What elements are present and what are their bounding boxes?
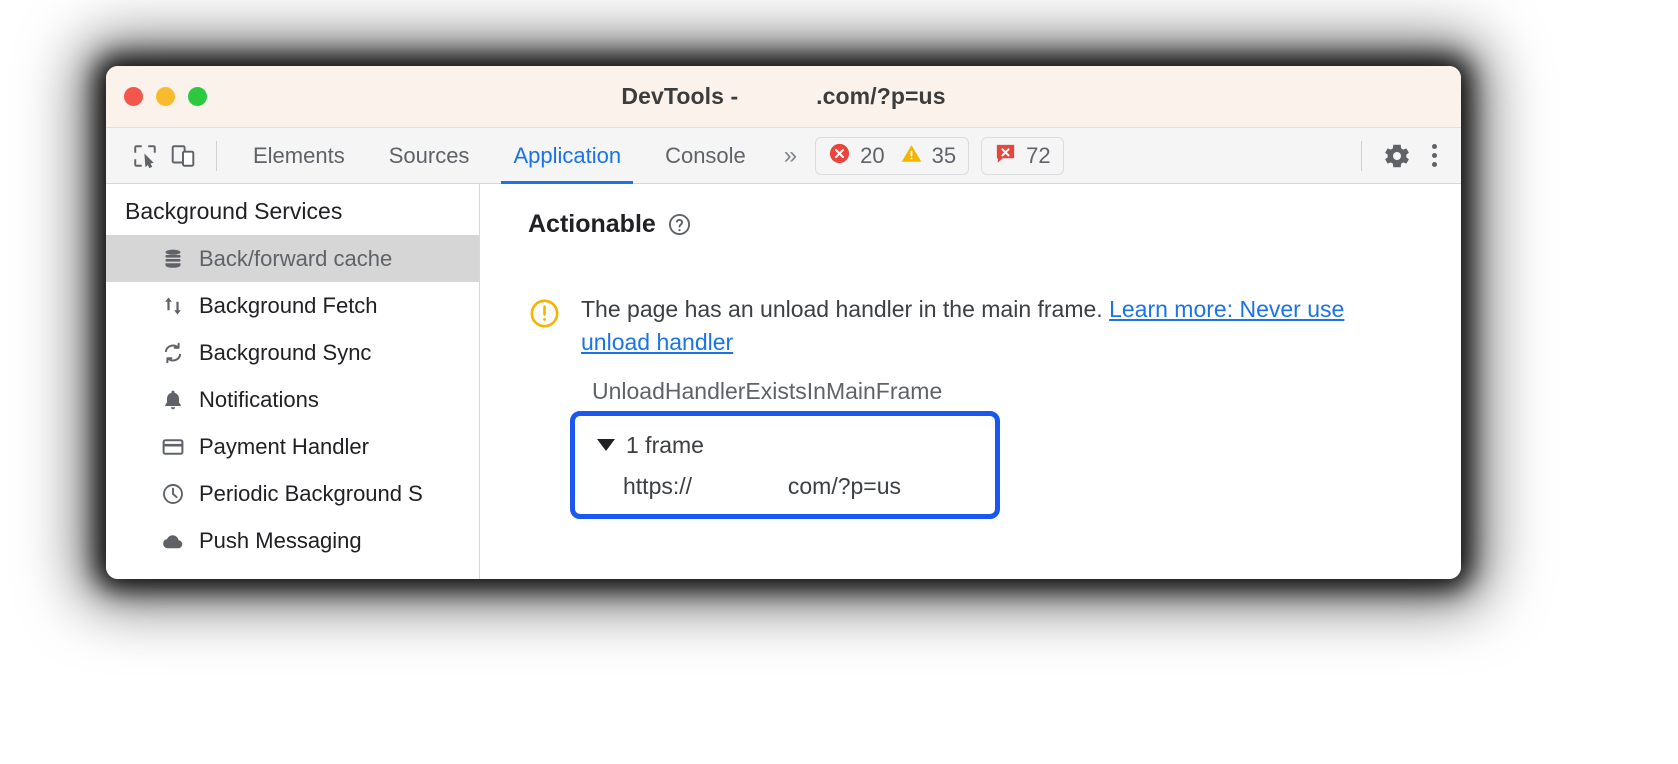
frames-summary-label: 1 frame (626, 431, 704, 458)
sidebar-item-payment-handler[interactable]: Payment Handler (106, 423, 479, 470)
sidebar-item-label: Payment Handler (199, 433, 369, 459)
frames-summary-row[interactable]: 1 frame (575, 428, 995, 463)
more-tabs-icon[interactable]: » (768, 143, 811, 168)
warning-count: 35 (931, 142, 957, 168)
toolbar-divider-right (1361, 140, 1362, 171)
issues-count: 72 (1026, 142, 1051, 168)
application-sidebar: Background Services Back/forward cache B… (106, 184, 480, 579)
triangle-down-icon[interactable] (597, 439, 615, 452)
panel-tabs: Elements Sources Application Console (231, 128, 768, 184)
error-circle-icon (828, 142, 851, 170)
bell-icon (160, 387, 186, 413)
issue-row: The page has an unload handler in the ma… (528, 293, 1461, 360)
sidebar-item-background-sync[interactable]: Background Sync (106, 329, 479, 376)
panel-title-row: Actionable (528, 210, 1461, 239)
tab-console[interactable]: Console (643, 128, 768, 184)
sidebar-item-back-forward-cache[interactable]: Back/forward cache (106, 235, 479, 282)
sidebar-item-label: Background Sync (199, 339, 372, 365)
screenshot-root: DevTools - .com/?p=us Elements Sources A… (0, 0, 1678, 764)
issue-message: The page has an unload handler in the ma… (581, 293, 1401, 360)
frame-url[interactable]: https:// com/?p=us (575, 463, 995, 514)
sidebar-section-header: Background Services (125, 198, 343, 224)
status-badges: 20 35 72 (815, 136, 1064, 175)
gear-icon[interactable] (1378, 137, 1416, 175)
credit-card-icon (160, 434, 186, 460)
warning-circle-exclamation-icon (528, 297, 561, 360)
database-icon (160, 246, 186, 272)
sync-arrows-icon (160, 340, 186, 366)
cloud-icon (160, 528, 186, 554)
frames-highlight-wrapper: 1 frame https:// com/?p=us (570, 410, 1461, 519)
toolbar-right-actions (1351, 137, 1447, 175)
sidebar-item-label: Background Fetch (199, 292, 378, 318)
devtools-body: Background Services Back/forward cache B… (106, 184, 1461, 579)
sidebar-item-background-fetch[interactable]: Background Fetch (106, 282, 479, 329)
sidebar-item-label: Back/forward cache (199, 245, 393, 271)
sidebar-item-notifications[interactable]: Notifications (106, 376, 479, 423)
devtools-window: DevTools - .com/?p=us Elements Sources A… (106, 66, 1461, 579)
error-count: 20 (860, 142, 885, 168)
issue-message-icon (994, 142, 1017, 170)
sidebar-item-label: Push Messaging (199, 527, 362, 553)
window-title: DevTools - .com/?p=us (621, 83, 946, 109)
sidebar-item-push-messaging[interactable]: Push Messaging (106, 517, 479, 564)
tab-application[interactable]: Application (491, 128, 643, 184)
frames-tree: 1 frame https:// com/?p=us (570, 410, 1000, 519)
tab-elements[interactable]: Elements (231, 128, 367, 184)
tab-sources[interactable]: Sources (367, 128, 492, 184)
issue-reason-code: UnloadHandlerExistsInMainFrame (592, 377, 943, 404)
devtools-toolbar: Elements Sources Application Console » 2… (106, 128, 1461, 184)
clock-icon (160, 481, 186, 507)
issues-badge[interactable]: 72 (981, 136, 1064, 175)
inspect-cursor-icon[interactable] (126, 137, 164, 175)
warning-triangle-icon (900, 142, 923, 170)
bfcache-panel: Actionable The page has an unload handle… (480, 184, 1461, 579)
error-warning-badge[interactable]: 20 35 (815, 136, 970, 175)
toolbar-divider (216, 140, 217, 171)
issue-message-text: The page has an unload handler in the ma… (581, 296, 1110, 322)
device-toolbar-icon[interactable] (164, 137, 202, 175)
help-circle-icon[interactable] (667, 212, 692, 237)
sidebar-item-label: Notifications (199, 386, 319, 412)
page-title: Actionable (528, 210, 656, 238)
sidebar-item-label: Periodic Background S (199, 480, 423, 506)
window-title-bar: DevTools - .com/?p=us (106, 66, 1461, 128)
kebab-menu-icon[interactable] (1422, 144, 1447, 167)
sidebar-item-periodic-background-sync[interactable]: Periodic Background S (106, 470, 479, 517)
up-down-arrows-icon (160, 293, 186, 319)
